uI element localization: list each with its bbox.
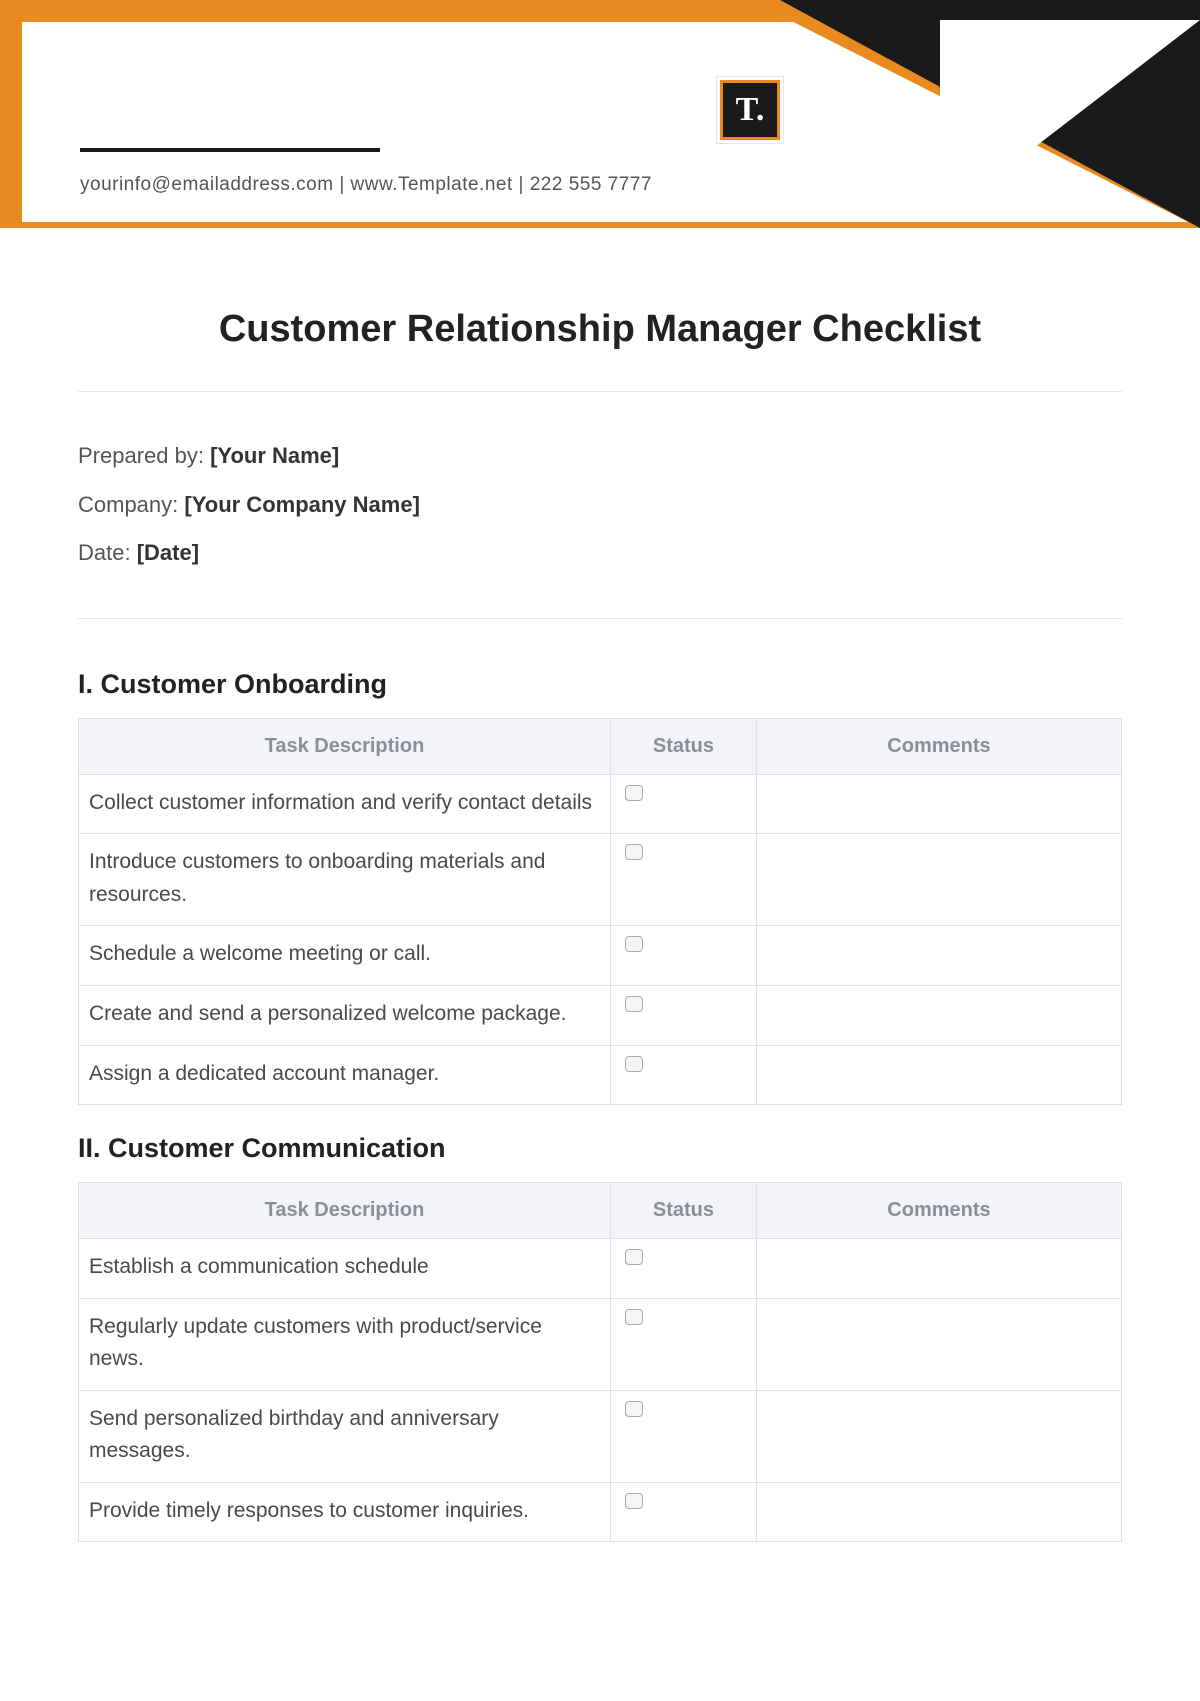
comments-cell[interactable] (756, 1298, 1121, 1390)
comments-cell[interactable] (756, 926, 1121, 986)
col-task: Task Description (79, 1183, 611, 1239)
checklist-table: Task DescriptionStatusComments Collect cu… (78, 718, 1122, 1105)
contact-line: yourinfo@emailaddress.com | www.Template… (80, 174, 652, 196)
comments-cell[interactable] (756, 1482, 1121, 1542)
status-cell (610, 774, 756, 834)
meta-divider (78, 618, 1122, 619)
col-comments: Comments (756, 1183, 1121, 1239)
table-row: Establish a communication schedule (79, 1239, 1122, 1299)
task-cell: Assign a dedicated account manager. (79, 1045, 611, 1105)
meta-company-value: [Your Company Name] (184, 492, 420, 517)
checkbox-icon[interactable] (625, 996, 643, 1012)
page-content: Customer Relationship Manager Checklist … (0, 228, 1200, 1542)
col-task: Task Description (79, 718, 611, 774)
status-cell (610, 1239, 756, 1299)
table-row: Assign a dedicated account manager. (79, 1045, 1122, 1105)
checkbox-icon[interactable] (625, 1493, 643, 1509)
checkbox-icon[interactable] (625, 936, 643, 952)
task-cell: Regularly update customers with product/… (79, 1298, 611, 1390)
logo-text: T. (736, 91, 765, 129)
col-comments: Comments (756, 718, 1121, 774)
header-rule (80, 148, 380, 152)
table-row: Introduce customers to onboarding materi… (79, 834, 1122, 926)
comments-cell[interactable] (756, 1045, 1121, 1105)
comments-cell[interactable] (756, 1239, 1121, 1299)
meta-company: Company: [Your Company Name] (78, 491, 1122, 520)
page-title: Customer Relationship Manager Checklist (78, 308, 1122, 351)
status-cell (610, 1390, 756, 1482)
meta-prepared-by: Prepared by: [Your Name] (78, 442, 1122, 471)
task-cell: Establish a communication schedule (79, 1239, 611, 1299)
title-divider (78, 391, 1122, 392)
task-cell: Provide timely responses to customer inq… (79, 1482, 611, 1542)
task-cell: Send personalized birthday and anniversa… (79, 1390, 611, 1482)
meta-block: Prepared by: [Your Name] Company: [Your … (78, 442, 1122, 568)
banner-left-stripe (0, 0, 22, 228)
status-cell (610, 926, 756, 986)
checklist-table: Task DescriptionStatusComments Establish … (78, 1182, 1122, 1542)
task-cell: Schedule a welcome meeting or call. (79, 926, 611, 986)
table-row: Schedule a welcome meeting or call. (79, 926, 1122, 986)
table-row: Provide timely responses to customer inq… (79, 1482, 1122, 1542)
table-row: Regularly update customers with product/… (79, 1298, 1122, 1390)
meta-company-label: Company: (78, 492, 184, 517)
comments-cell[interactable] (756, 985, 1121, 1045)
section-heading: I. Customer Onboarding (78, 669, 1122, 700)
comments-cell[interactable] (756, 774, 1121, 834)
col-status: Status (610, 718, 756, 774)
col-status: Status (610, 1183, 756, 1239)
meta-prepared-by-label: Prepared by: (78, 443, 210, 468)
meta-date: Date: [Date] (78, 539, 1122, 568)
task-cell: Introduce customers to onboarding materi… (79, 834, 611, 926)
checkbox-icon[interactable] (625, 1249, 643, 1265)
table-row: Collect customer information and verify … (79, 774, 1122, 834)
meta-prepared-by-value: [Your Name] (210, 443, 339, 468)
checkbox-icon[interactable] (625, 1401, 643, 1417)
header-banner: yourinfo@emailaddress.com | www.Template… (0, 0, 1200, 228)
status-cell (610, 1045, 756, 1105)
comments-cell[interactable] (756, 1390, 1121, 1482)
meta-date-value: [Date] (137, 540, 199, 565)
banner-white-triangle (940, 20, 1200, 220)
status-cell (610, 1482, 756, 1542)
section-heading: II. Customer Communication (78, 1133, 1122, 1164)
comments-cell[interactable] (756, 834, 1121, 926)
table-row: Send personalized birthday and anniversa… (79, 1390, 1122, 1482)
checkbox-icon[interactable] (625, 785, 643, 801)
logo-icon: T. (720, 80, 780, 140)
status-cell (610, 834, 756, 926)
task-cell: Collect customer information and verify … (79, 774, 611, 834)
checkbox-icon[interactable] (625, 844, 643, 860)
task-cell: Create and send a personalized welcome p… (79, 985, 611, 1045)
status-cell (610, 1298, 756, 1390)
status-cell (610, 985, 756, 1045)
meta-date-label: Date: (78, 540, 137, 565)
checkbox-icon[interactable] (625, 1056, 643, 1072)
table-row: Create and send a personalized welcome p… (79, 985, 1122, 1045)
checkbox-icon[interactable] (625, 1309, 643, 1325)
